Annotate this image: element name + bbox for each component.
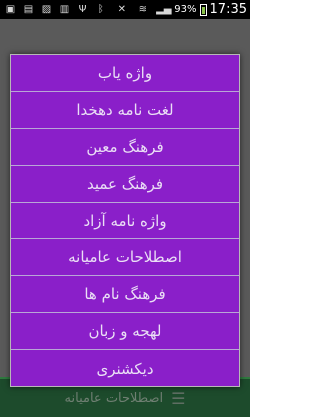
status-time: 17:35 (209, 2, 247, 17)
menu-item-dictionary[interactable]: دیکشنری (11, 350, 239, 387)
wifi-icon: ≋ (138, 4, 147, 15)
menu-item-names[interactable]: فرهنگ نام ها (11, 276, 239, 314)
battery-percent: 93% (174, 4, 197, 15)
menu-item-dialects[interactable]: لهجه و زبان (11, 313, 239, 351)
menu-item-free-glossary[interactable]: واژه نامه آزاد (11, 203, 239, 240)
document-icon: ▤ (23, 4, 34, 15)
screen: ▣ ▤ ▨ ▥ Ψ ᛒ ✕ ≋ ▂▄ 93% 17:35 اصطلاحات عا… (0, 0, 250, 417)
battery-icon (199, 3, 207, 16)
menu-item-vajeyab[interactable]: واژه یاب (11, 55, 239, 92)
menu-lines-icon: ☰ (171, 388, 186, 408)
sim-icon: ▣ (5, 4, 16, 15)
sd-card-icon: ▥ (59, 4, 70, 15)
bottom-bar-label: اصطلاحات عامیانه (64, 390, 164, 406)
status-bar: ▣ ▤ ▨ ▥ Ψ ᛒ ✕ ≋ ▂▄ 93% 17:35 (0, 0, 250, 19)
menu-item-slang[interactable]: اصطلاحات عامیانه (11, 239, 239, 277)
bluetooth-icon: ᛒ (97, 4, 104, 15)
menu-item-amid[interactable]: فرهنگ عمید (11, 166, 239, 203)
mute-icon: ✕ (117, 4, 126, 15)
menu-item-dehkhoda[interactable]: لغت نامه دهخدا (11, 92, 239, 129)
dictionary-menu-dialog: واژه یاب لغت نامه دهخدا فرهنگ معین فرهنگ… (10, 54, 240, 387)
status-right: ᛒ ✕ ≋ ▂▄ 93% 17:35 (90, 0, 247, 19)
menu-item-moein[interactable]: فرهنگ معین (11, 129, 239, 166)
usb-icon: Ψ (78, 4, 87, 15)
signal-icon: ▂▄ (156, 4, 172, 15)
image-icon: ▨ (41, 4, 52, 15)
